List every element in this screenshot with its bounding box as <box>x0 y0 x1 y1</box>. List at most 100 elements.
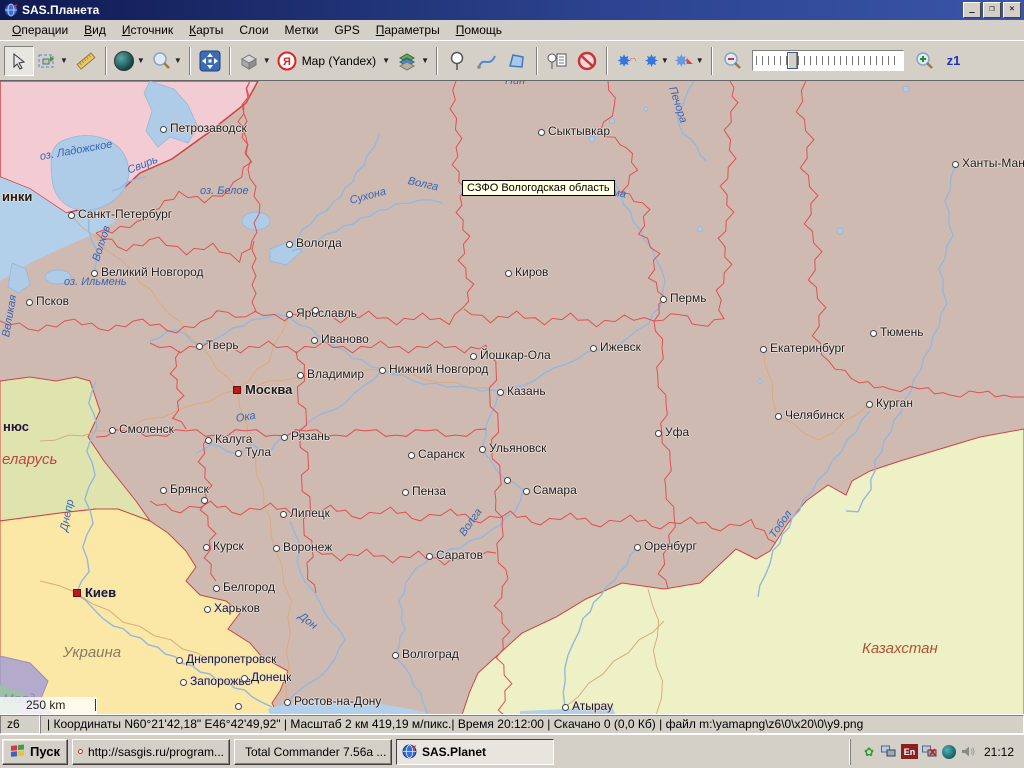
download-selection-button[interactable]: ✸ ▼ <box>642 46 672 76</box>
map-city-marker <box>562 704 569 711</box>
ruler-icon <box>76 52 96 70</box>
status-info: | Координаты N60°21'42,18" E46°42'49,92"… <box>40 715 1024 734</box>
add-path-button[interactable] <box>472 46 502 76</box>
map-label-city: Иваново <box>321 332 369 346</box>
separator <box>229 47 231 75</box>
zoom-in-icon <box>914 51 934 71</box>
hide-placemarks-button[interactable] <box>572 46 602 76</box>
map-city-marker <box>180 679 187 686</box>
chevron-down-icon: ▼ <box>661 56 669 65</box>
volume-tray-icon[interactable] <box>960 744 976 760</box>
yandex-icon: Я <box>277 51 297 71</box>
download-layer-button[interactable]: ✸◣ ▼ <box>672 46 707 76</box>
menu-item-1[interactable]: Операции <box>4 21 76 39</box>
start-label: Пуск <box>30 744 60 759</box>
map-source-label: Map (Yandex) <box>302 54 376 68</box>
taskbar: Пуск http://sasgis.ru/program... Total C… <box>0 734 1024 768</box>
menu-item-4[interactable]: Карты <box>181 21 231 39</box>
map-city-marker <box>479 446 486 453</box>
menu-item-2[interactable]: Вид <box>76 21 114 39</box>
restore-button[interactable]: ❐ <box>983 2 1001 18</box>
close-button[interactable]: ✕ <box>1003 2 1021 18</box>
map-city-marker <box>660 296 667 303</box>
status-zoom: z6 <box>0 715 40 734</box>
map-label-city: Йошкар-Ола <box>480 348 551 362</box>
map-label-city: Уфа <box>665 425 689 439</box>
qip-tray-icon[interactable]: ✿ <box>861 744 877 760</box>
zoom-slider[interactable] <box>752 50 904 71</box>
path-icon <box>477 51 497 71</box>
map-source-select[interactable]: Я Map (Yandex) ▼ <box>274 46 393 76</box>
task-button-browser[interactable]: http://sasgis.ru/program... <box>72 739 230 765</box>
search-button[interactable]: ▼ <box>148 46 185 76</box>
zoom-out-button[interactable] <box>717 46 747 76</box>
map-city-marker <box>297 372 304 379</box>
start-button[interactable]: Пуск <box>2 739 68 765</box>
map-label-city: Пенза <box>412 484 446 498</box>
add-placemark-button[interactable] <box>442 46 472 76</box>
sas-planet-icon <box>402 744 417 759</box>
map-view[interactable]: ПетрозаводскСыктывкарСанкт-ПетербургВели… <box>0 80 1024 714</box>
map-label-city: Смоленск <box>119 422 174 436</box>
download-tiles-button[interactable]: ✸◠ <box>612 46 642 76</box>
cursor-icon <box>10 52 28 70</box>
minimize-button[interactable]: _ <box>963 2 981 18</box>
globe-view-button[interactable]: ▼ <box>111 46 148 76</box>
menu-item-5[interactable]: Слои <box>231 21 276 39</box>
scale-bar-tick <box>95 699 96 711</box>
map-label-city: Курск <box>213 539 244 553</box>
layers-icon <box>396 51 418 71</box>
add-polygon-button[interactable] <box>502 46 532 76</box>
map-label-country: Украина <box>63 644 121 661</box>
ruler-tool-button[interactable] <box>71 46 101 76</box>
menu-item-7[interactable]: GPS <box>326 21 367 39</box>
map-label-city: Челябинск <box>785 408 844 422</box>
language-indicator[interactable]: En <box>901 744 918 759</box>
map-label-capital: Москва <box>245 382 292 397</box>
map-label-city: Пермь <box>670 291 706 305</box>
map-city-marker <box>505 270 512 277</box>
placemark-manager-button[interactable] <box>542 46 572 76</box>
system-tray: ✿ En 21:12 <box>850 739 1022 765</box>
map-city-marker <box>379 367 386 374</box>
map-label-city: Ростов-на-Дону <box>294 694 381 708</box>
map-city-marker <box>273 545 280 552</box>
menu-item-8[interactable]: Параметры <box>368 21 448 39</box>
red-accent: ◠ <box>629 56 636 65</box>
cursor-tool-button[interactable] <box>4 46 34 76</box>
selection-tool-button[interactable]: ▼ <box>34 46 71 76</box>
map-label-city: Тверь <box>206 338 239 352</box>
map-city-marker <box>160 126 167 133</box>
map-label-city: Донецк <box>251 670 291 684</box>
map-label-river: Тобол <box>767 508 794 540</box>
menu-item-3[interactable]: Источник <box>114 21 181 39</box>
menu-item-6[interactable]: Метки <box>277 21 327 39</box>
map-label-city: Казань <box>507 384 546 398</box>
map-label-city: Вологда <box>296 236 342 250</box>
network-tray-icon[interactable] <box>881 744 897 760</box>
full-extent-button[interactable] <box>195 46 225 76</box>
map-label-city: Ульяновск <box>489 441 546 455</box>
red-accent: ◣ <box>687 56 693 65</box>
task-button-total-commander[interactable]: Total Commander 7.56a ... <box>234 739 392 765</box>
zoom-in-button[interactable] <box>909 46 939 76</box>
layers-button[interactable]: ▼ <box>393 46 432 76</box>
map-label-city: Нижний Новгород <box>389 362 488 376</box>
map-city-marker <box>311 337 318 344</box>
cache-mode-button[interactable]: ▼ <box>235 46 274 76</box>
map-label-city: Сыктывкар <box>548 124 610 138</box>
map-label-city: Калуга <box>215 432 252 446</box>
map-city-marker <box>109 427 116 434</box>
map-label-city: Владимир <box>307 367 364 381</box>
network-disconnected-tray-icon[interactable] <box>922 744 938 760</box>
map-label-country: Казахстан <box>862 640 938 657</box>
task-button-sas-planet[interactable]: SAS.Planet <box>396 739 554 765</box>
menu-item-9[interactable]: Помощь <box>448 21 510 39</box>
zoom-slider-handle[interactable] <box>787 52 798 69</box>
globe-tray-icon[interactable] <box>942 745 956 759</box>
chevron-down-icon: ▼ <box>60 56 68 65</box>
map-label-city: Липецк <box>290 506 330 520</box>
chevron-down-icon: ▼ <box>696 56 704 65</box>
map-city-marker <box>392 652 399 659</box>
windows-logo-icon <box>10 744 26 759</box>
